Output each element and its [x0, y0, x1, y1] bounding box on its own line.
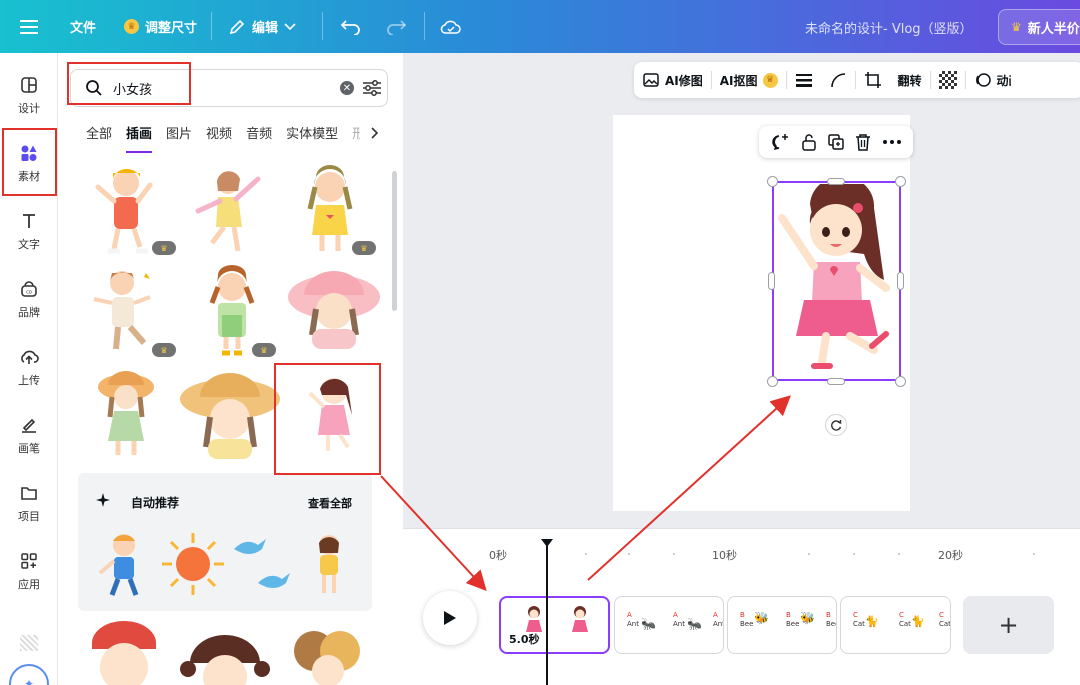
annotation-arrows — [380, 395, 791, 591]
